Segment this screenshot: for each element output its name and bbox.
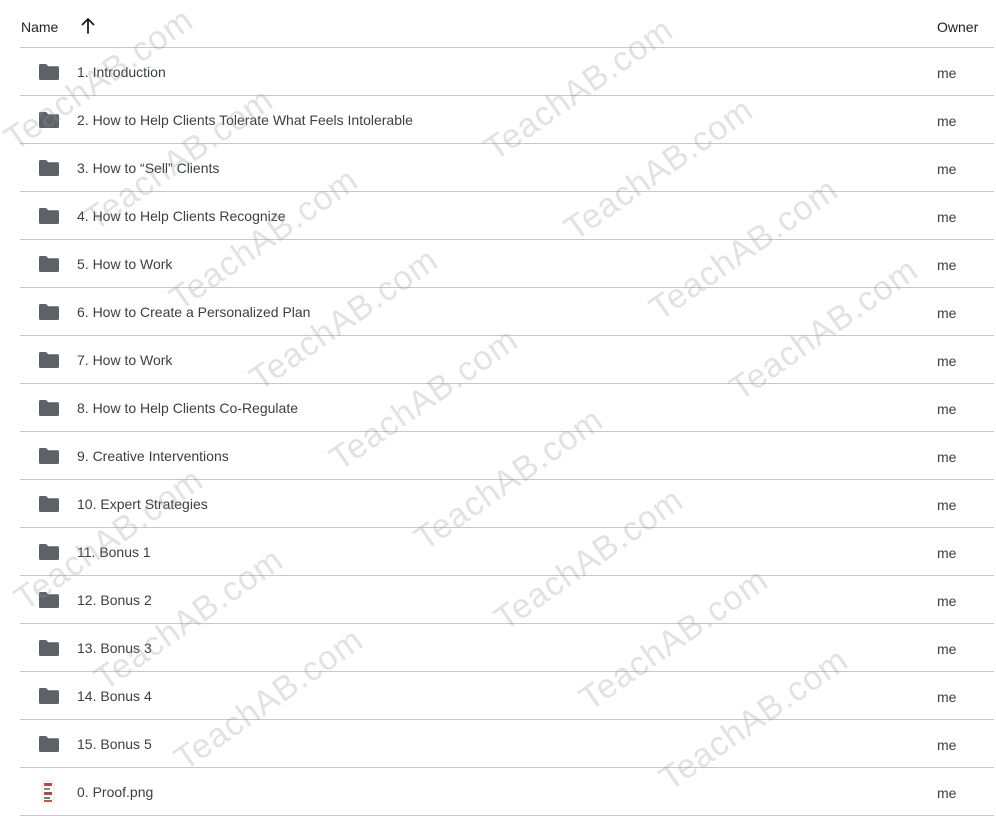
- folder-icon: [38, 447, 60, 465]
- file-owner: me: [937, 353, 957, 369]
- owner-column-header[interactable]: Owner: [937, 19, 978, 35]
- file-row[interactable]: 7. How to Work me: [20, 336, 994, 384]
- file-owner: me: [937, 113, 957, 129]
- file-row[interactable]: 1. Introduction me: [20, 48, 994, 96]
- file-row[interactable]: 6. How to Create a Personalized Plan me: [20, 288, 994, 336]
- folder-icon: [38, 207, 60, 225]
- folder-icon: [38, 591, 60, 609]
- file-name[interactable]: 11. Bonus 1: [77, 544, 151, 560]
- file-owner: me: [937, 593, 957, 609]
- file-owner: me: [937, 401, 957, 417]
- file-row[interactable]: 13. Bonus 3 me: [20, 624, 994, 672]
- file-row[interactable]: 5. How to Work me: [20, 240, 994, 288]
- file-owner: me: [937, 497, 957, 513]
- file-owner: me: [937, 785, 957, 801]
- file-row[interactable]: 15. Bonus 5 me: [20, 720, 994, 768]
- folder-icon: [38, 543, 60, 561]
- file-row[interactable]: 10. Expert Strategies me: [20, 480, 994, 528]
- file-owner: me: [937, 161, 957, 177]
- folder-icon: [38, 351, 60, 369]
- file-name[interactable]: 9. Creative Interventions: [77, 448, 229, 464]
- file-name[interactable]: 6. How to Create a Personalized Plan: [77, 304, 310, 320]
- file-name[interactable]: 4. How to Help Clients Recognize: [77, 208, 286, 224]
- folder-icon: [38, 495, 60, 513]
- file-row[interactable]: 4. How to Help Clients Recognize me: [20, 192, 994, 240]
- file-row[interactable]: 14. Bonus 4 me: [20, 672, 994, 720]
- file-owner: me: [937, 209, 957, 225]
- file-name[interactable]: 14. Bonus 4: [77, 688, 152, 704]
- file-row[interactable]: 12. Bonus 2 me: [20, 576, 994, 624]
- folder-icon: [38, 303, 60, 321]
- file-row[interactable]: 2. How to Help Clients Tolerate What Fee…: [20, 96, 994, 144]
- sort-ascending-button[interactable]: [78, 15, 98, 37]
- folder-icon: [38, 159, 60, 177]
- file-owner: me: [937, 449, 957, 465]
- file-name[interactable]: 7. How to Work: [77, 352, 172, 368]
- image-file-icon: [38, 780, 58, 804]
- file-list: Name Owner 1. Introduction me 2. How to He…: [0, 0, 996, 816]
- file-owner: me: [937, 545, 957, 561]
- file-name[interactable]: 0. Proof.png: [77, 784, 153, 800]
- file-row[interactable]: 11. Bonus 1 me: [20, 528, 994, 576]
- file-name[interactable]: 3. How to “Sell” Clients: [77, 160, 219, 176]
- file-owner: me: [937, 737, 957, 753]
- file-name[interactable]: 5. How to Work: [77, 256, 172, 272]
- name-column-header[interactable]: Name: [21, 19, 58, 35]
- file-owner: me: [937, 689, 957, 705]
- file-name[interactable]: 10. Expert Strategies: [77, 496, 208, 512]
- file-name[interactable]: 12. Bonus 2: [77, 592, 152, 608]
- file-owner: me: [937, 305, 957, 321]
- file-owner: me: [937, 641, 957, 657]
- arrow-up-icon: [81, 18, 95, 34]
- file-row[interactable]: 9. Creative Interventions me: [20, 432, 994, 480]
- file-name[interactable]: 13. Bonus 3: [77, 640, 152, 656]
- folder-icon: [38, 255, 60, 273]
- file-owner: me: [937, 257, 957, 273]
- file-name[interactable]: 8. How to Help Clients Co-Regulate: [77, 400, 298, 416]
- folder-icon: [38, 639, 60, 657]
- file-row[interactable]: 0. Proof.png me: [20, 768, 994, 816]
- file-name[interactable]: 1. Introduction: [77, 64, 166, 80]
- folder-icon: [38, 63, 60, 81]
- folder-icon: [38, 111, 60, 129]
- file-row[interactable]: 8. How to Help Clients Co-Regulate me: [20, 384, 994, 432]
- file-name[interactable]: 2. How to Help Clients Tolerate What Fee…: [77, 112, 413, 128]
- file-name[interactable]: 15. Bonus 5: [77, 736, 152, 752]
- folder-icon: [38, 735, 60, 753]
- folder-icon: [38, 687, 60, 705]
- file-rows: 1. Introduction me 2. How to Help Clients …: [20, 48, 994, 816]
- folder-icon: [38, 399, 60, 417]
- file-row[interactable]: 3. How to “Sell” Clients me: [20, 144, 994, 192]
- list-header: Name Owner: [20, 0, 994, 48]
- file-owner: me: [937, 65, 957, 81]
